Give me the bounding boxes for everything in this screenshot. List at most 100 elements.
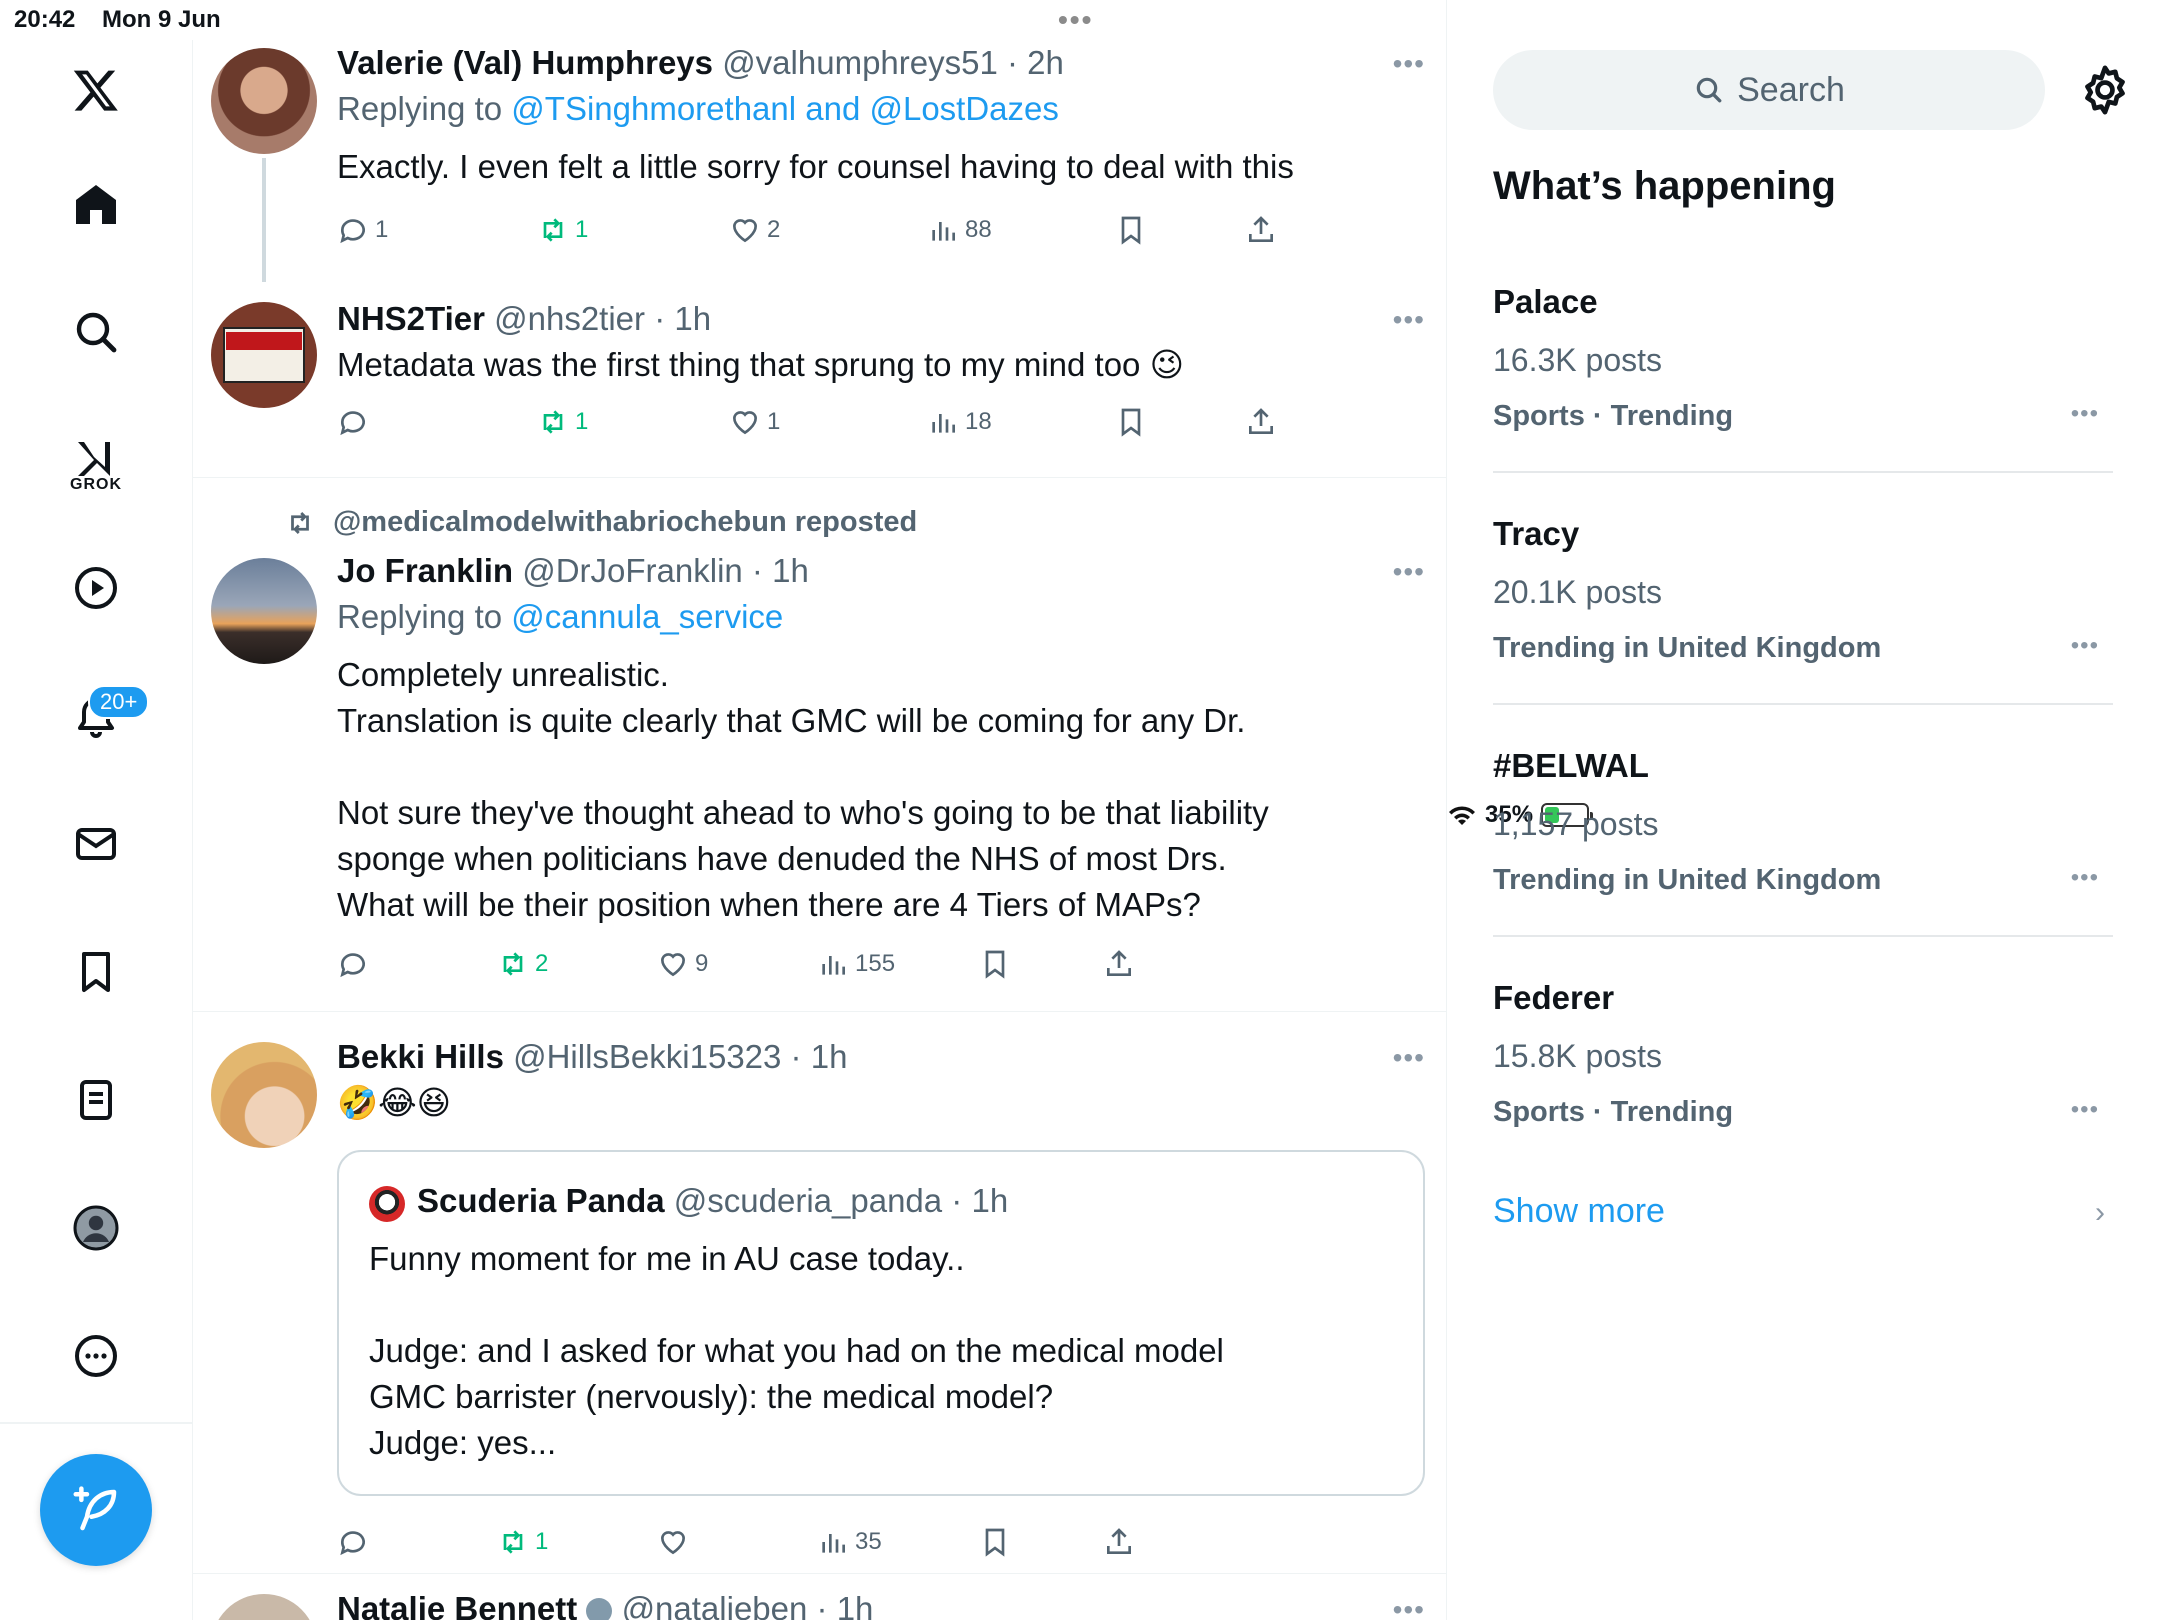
tweet-actions: 1 1 18 (337, 406, 1337, 446)
author-name[interactable]: Natalie Bennett (337, 1590, 577, 1620)
author-name[interactable]: Bekki Hills (337, 1038, 504, 1075)
bookmark-button[interactable] (979, 948, 1011, 980)
tweet-jo-franklin[interactable]: @medicalmodelwithabriochebun reposted Jo… (193, 478, 1447, 1012)
avatar-natalie-bennett[interactable] (211, 1594, 317, 1620)
repost-button[interactable]: 1 (497, 1526, 548, 1558)
tweet-time[interactable]: 1h (772, 552, 809, 589)
view-count: 88 (965, 216, 992, 243)
views-button[interactable]: 88 (927, 214, 992, 246)
like-button[interactable]: 2 (729, 214, 780, 246)
avatar-nhs2tier[interactable] (211, 302, 317, 408)
heart-icon (732, 411, 758, 435)
views-button[interactable]: 155 (817, 948, 895, 980)
reply-button[interactable] (337, 406, 375, 438)
settings-gear-icon[interactable] (2077, 62, 2133, 118)
quoted-header: Scuderia Panda @scuderia_panda · 1h (417, 1182, 1009, 1219)
author-name[interactable]: NHS2Tier (337, 300, 485, 337)
trend-item[interactable]: Tracy 20.1K posts Trending in United Kin… (1493, 512, 2113, 668)
trend-more-icon[interactable]: ••• (2071, 1096, 2099, 1124)
tweet-text: Metadata was the first thing that sprung… (337, 346, 1184, 383)
tweet-more-icon[interactable]: ••• (1393, 304, 1425, 336)
author-handle[interactable]: @natalieben (622, 1590, 808, 1620)
profile-avatar-icon[interactable] (56, 1188, 136, 1268)
nav-divider (0, 1422, 193, 1424)
messages-envelope-icon[interactable] (56, 804, 136, 884)
like-button[interactable] (657, 1526, 695, 1558)
reply-button[interactable] (337, 1526, 375, 1558)
tweet-time[interactable]: 1h (811, 1038, 848, 1075)
bookmarks-icon[interactable] (56, 932, 136, 1012)
avatar-jo-franklin[interactable] (211, 558, 317, 664)
replying-to-link[interactable]: @cannula_service (511, 598, 783, 635)
quoted-time: 1h (971, 1182, 1009, 1219)
video-play-icon[interactable] (56, 548, 136, 628)
repost-attribution[interactable]: @medicalmodelwithabriochebun reposted (283, 506, 917, 539)
replying-to-link[interactable]: @TSinghmorethanl and @LostDazes (511, 90, 1059, 127)
tweet-more-icon[interactable]: ••• (1393, 48, 1425, 80)
avatar-valerie[interactable] (211, 48, 317, 154)
repost-button[interactable]: 1 (537, 406, 588, 438)
reply-button[interactable]: 1 (337, 214, 388, 246)
compose-post-button[interactable] (40, 1454, 152, 1566)
author-handle[interactable]: @valhumphreys51 (722, 44, 998, 81)
notifications-badge: 20+ (88, 685, 150, 719)
tweet-nhs2tier[interactable]: NHS2Tier @nhs2tier · 1h Metadata was the… (193, 284, 1447, 478)
trend-item[interactable]: Palace 16.3K posts Sports · Trending ••• (1493, 280, 2113, 436)
tweet-more-icon[interactable]: ••• (1393, 556, 1425, 588)
views-button[interactable]: 18 (927, 406, 992, 438)
author-name[interactable]: Jo Franklin (337, 552, 513, 589)
tweet-time[interactable]: 1h (674, 300, 711, 337)
quoted-tweet[interactable]: Scuderia Panda @scuderia_panda · 1h Funn… (337, 1150, 1425, 1496)
bookmark-button[interactable] (1115, 214, 1147, 246)
share-button[interactable] (1245, 406, 1277, 438)
heart-icon (660, 953, 686, 977)
trend-more-icon[interactable]: ••• (2071, 400, 2099, 428)
bookmark-button[interactable] (979, 1526, 1011, 1558)
tweet-bekki-hills[interactable]: Bekki Hills @HillsBekki15323 · 1h 🤣😂😆 ••… (193, 1012, 1447, 1574)
like-button[interactable]: 1 (729, 406, 780, 438)
repost-icon (543, 410, 563, 434)
share-button[interactable] (1103, 948, 1135, 980)
author-name[interactable]: Valerie (Val) Humphreys (337, 44, 713, 81)
tweet-more-icon[interactable]: ••• (1393, 1042, 1425, 1074)
trend-context: Trending in United Kingdom (1493, 632, 1882, 664)
tweet-more-icon[interactable]: ••• (1393, 1594, 1425, 1620)
tweet-time[interactable]: 1h (837, 1590, 874, 1620)
repost-count: 1 (575, 216, 589, 243)
trend-context: Sports · Trending (1493, 400, 1734, 432)
bookmark-icon (1121, 408, 1141, 437)
author-handle[interactable]: @nhs2tier (494, 300, 645, 337)
more-options-icon[interactable] (56, 1316, 136, 1396)
trend-item[interactable]: Federer 15.8K posts Sports · Trending ••… (1493, 976, 2113, 1132)
trend-count: 15.8K posts (1493, 1038, 1662, 1074)
reply-button[interactable] (337, 948, 375, 980)
trend-more-icon[interactable]: ••• (2071, 632, 2099, 660)
avatar-bekki-hills[interactable] (211, 1042, 317, 1148)
replying-to: Replying to @cannula_service (337, 598, 784, 635)
bookmark-button[interactable] (1115, 406, 1147, 438)
trend-more-icon[interactable]: ••• (2071, 864, 2099, 892)
repost-button[interactable]: 2 (497, 948, 548, 980)
lists-document-icon[interactable] (56, 1060, 136, 1140)
search-input[interactable]: Search (1493, 50, 2045, 130)
share-button[interactable] (1103, 1526, 1135, 1558)
like-button[interactable]: 9 (657, 948, 708, 980)
trend-item[interactable]: #BELWAL 1,157 posts Trending in United K… (1493, 744, 2113, 900)
views-button[interactable]: 35 (817, 1526, 882, 1558)
share-icon (1249, 408, 1273, 434)
author-handle[interactable]: @HillsBekki15323 (513, 1038, 781, 1075)
quoted-avatar[interactable] (369, 1186, 405, 1222)
show-more-link[interactable]: Show more (1493, 1192, 1665, 1231)
repost-icon (503, 952, 523, 976)
repost-button[interactable]: 1 (537, 214, 588, 246)
author-handle[interactable]: @DrJoFranklin (522, 552, 743, 589)
chevron-right-icon[interactable]: › (2095, 1196, 2105, 1230)
trend-name: Tracy (1493, 515, 1580, 552)
tweet-natalie-bennett[interactable]: Natalie Bennett @natalieben · 1h ••• (193, 1574, 1447, 1620)
search-icon[interactable] (56, 292, 136, 372)
search-placeholder: Search (1737, 70, 1845, 109)
x-logo-icon[interactable] (56, 50, 136, 130)
tweet-time[interactable]: 2h (1027, 44, 1064, 81)
share-button[interactable] (1245, 214, 1277, 246)
home-icon[interactable] (56, 164, 136, 244)
